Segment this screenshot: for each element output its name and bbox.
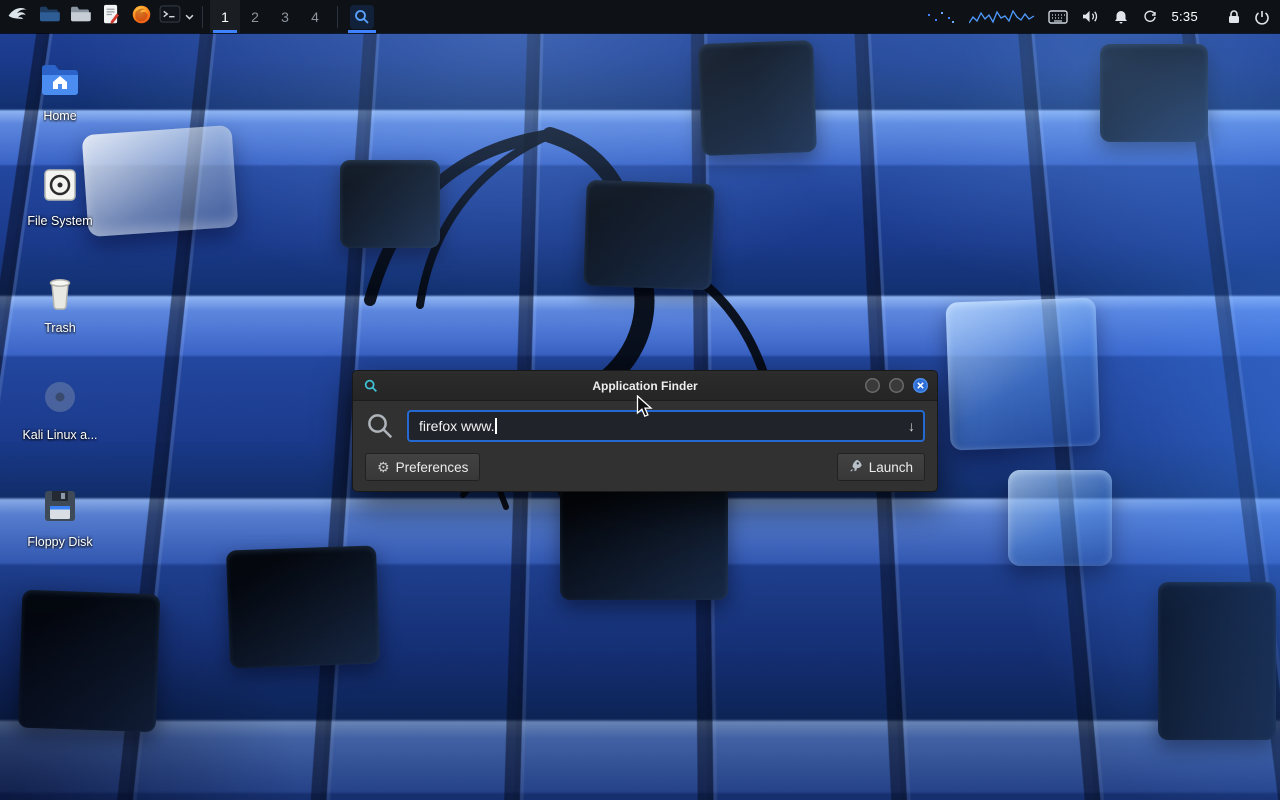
workspace-2[interactable]: 2	[240, 0, 270, 33]
update-indicator-icon[interactable]	[1142, 0, 1158, 33]
terminal-launcher[interactable]	[157, 0, 183, 33]
firefox-icon	[131, 4, 152, 30]
launch-button[interactable]: Launch	[837, 453, 925, 481]
notifications-bell-icon[interactable]	[1113, 0, 1129, 33]
clock[interactable]: 5:35	[1171, 9, 1198, 24]
dark-cube	[226, 545, 380, 668]
desktop-icon-file-system[interactable]: File System	[12, 163, 108, 228]
mouse-cursor	[636, 395, 658, 424]
dark-cube	[18, 590, 161, 733]
dark-cube	[583, 180, 715, 290]
desktop-icon-label: Kali Linux a...	[22, 428, 97, 442]
panel-left: 1 2 3 4	[0, 0, 379, 33]
dark-cube	[1158, 582, 1276, 740]
taskbar-application-finder[interactable]	[345, 0, 379, 33]
panel-separator	[202, 6, 203, 28]
power-icon[interactable]	[1254, 0, 1270, 33]
terminal-icon	[159, 5, 181, 28]
search-input[interactable]: firefox www. ↓	[407, 410, 925, 442]
gear-icon: ⚙	[377, 460, 390, 474]
maximize-button[interactable]	[889, 378, 904, 393]
desktop-icon-label: Floppy Disk	[27, 535, 92, 549]
workspace-label: 1	[221, 9, 229, 25]
glass-blue-cube	[945, 297, 1100, 450]
applications-menu-button[interactable]	[2, 0, 33, 33]
file-manager-launcher[interactable]	[33, 0, 64, 33]
top-panel: 1 2 3 4	[0, 0, 1280, 33]
dark-cube	[698, 40, 817, 156]
launch-label: Launch	[869, 460, 913, 475]
launch-icon	[849, 459, 863, 476]
workspace-4[interactable]: 4	[300, 0, 330, 33]
text-editor-icon	[102, 4, 120, 30]
preferences-button[interactable]: ⚙ Preferences	[365, 453, 480, 481]
search-icon	[365, 411, 395, 441]
workspace-3[interactable]: 3	[270, 0, 300, 33]
systray-activity-dots[interactable]	[926, 0, 956, 33]
drive-icon	[38, 163, 82, 207]
window-title: Application Finder	[353, 379, 937, 393]
desktop: Home File System Trash	[0, 0, 1280, 800]
chevron-down-icon	[185, 8, 194, 26]
panel-separator	[337, 6, 338, 28]
panel-right: 5:35	[926, 0, 1280, 33]
history-dropdown-icon[interactable]: ↓	[908, 418, 915, 434]
folder-icon	[69, 5, 91, 28]
desktop-icon-label: Home	[43, 109, 76, 123]
workspace-1[interactable]: 1	[210, 0, 240, 33]
desktop-icon-floppy-disk[interactable]: Floppy Disk	[12, 484, 108, 549]
application-finder-window: Application Finder firefox www.	[352, 370, 938, 492]
workspace-label: 4	[311, 9, 319, 25]
trash-icon	[38, 270, 82, 314]
minimize-button[interactable]	[865, 378, 880, 393]
lock-icon[interactable]	[1227, 0, 1241, 33]
home-folder-icon	[38, 58, 82, 102]
application-finder-task-icon	[350, 5, 374, 29]
dark-cube	[340, 160, 440, 248]
preferences-label: Preferences	[396, 460, 469, 475]
window-controls	[865, 378, 928, 393]
application-finder-icon	[362, 377, 379, 394]
text-caret	[495, 418, 497, 434]
kali-cd-icon	[38, 377, 82, 421]
firefox-launcher[interactable]	[126, 0, 157, 33]
glass-blue-cube	[1008, 470, 1112, 566]
button-row: ⚙ Preferences Launch	[365, 453, 925, 481]
desktop-icon-kali-linux[interactable]: Kali Linux a...	[12, 377, 108, 442]
close-button[interactable]	[913, 378, 928, 393]
workspace-label: 2	[251, 9, 259, 25]
desktop-icon-trash[interactable]: Trash	[12, 270, 108, 335]
desktop-icon-label: File System	[27, 214, 92, 228]
volume-icon[interactable]	[1081, 0, 1100, 33]
desktop-icon-home[interactable]: Home	[12, 58, 108, 123]
kali-menu-icon	[6, 2, 30, 31]
search-input-value: firefox www.	[419, 418, 494, 434]
terminal-dropdown-button[interactable]	[183, 0, 195, 33]
keyboard-icon[interactable]	[1048, 0, 1068, 33]
file-manager-icon	[38, 5, 60, 28]
dark-cube	[1100, 44, 1208, 142]
cpu-graph[interactable]	[969, 0, 1035, 33]
folder-launcher[interactable]	[64, 0, 95, 33]
desktop-icon-label: Trash	[44, 321, 76, 335]
floppy-disk-icon	[38, 484, 82, 528]
workspace-label: 3	[281, 9, 289, 25]
text-editor-launcher[interactable]	[95, 0, 126, 33]
